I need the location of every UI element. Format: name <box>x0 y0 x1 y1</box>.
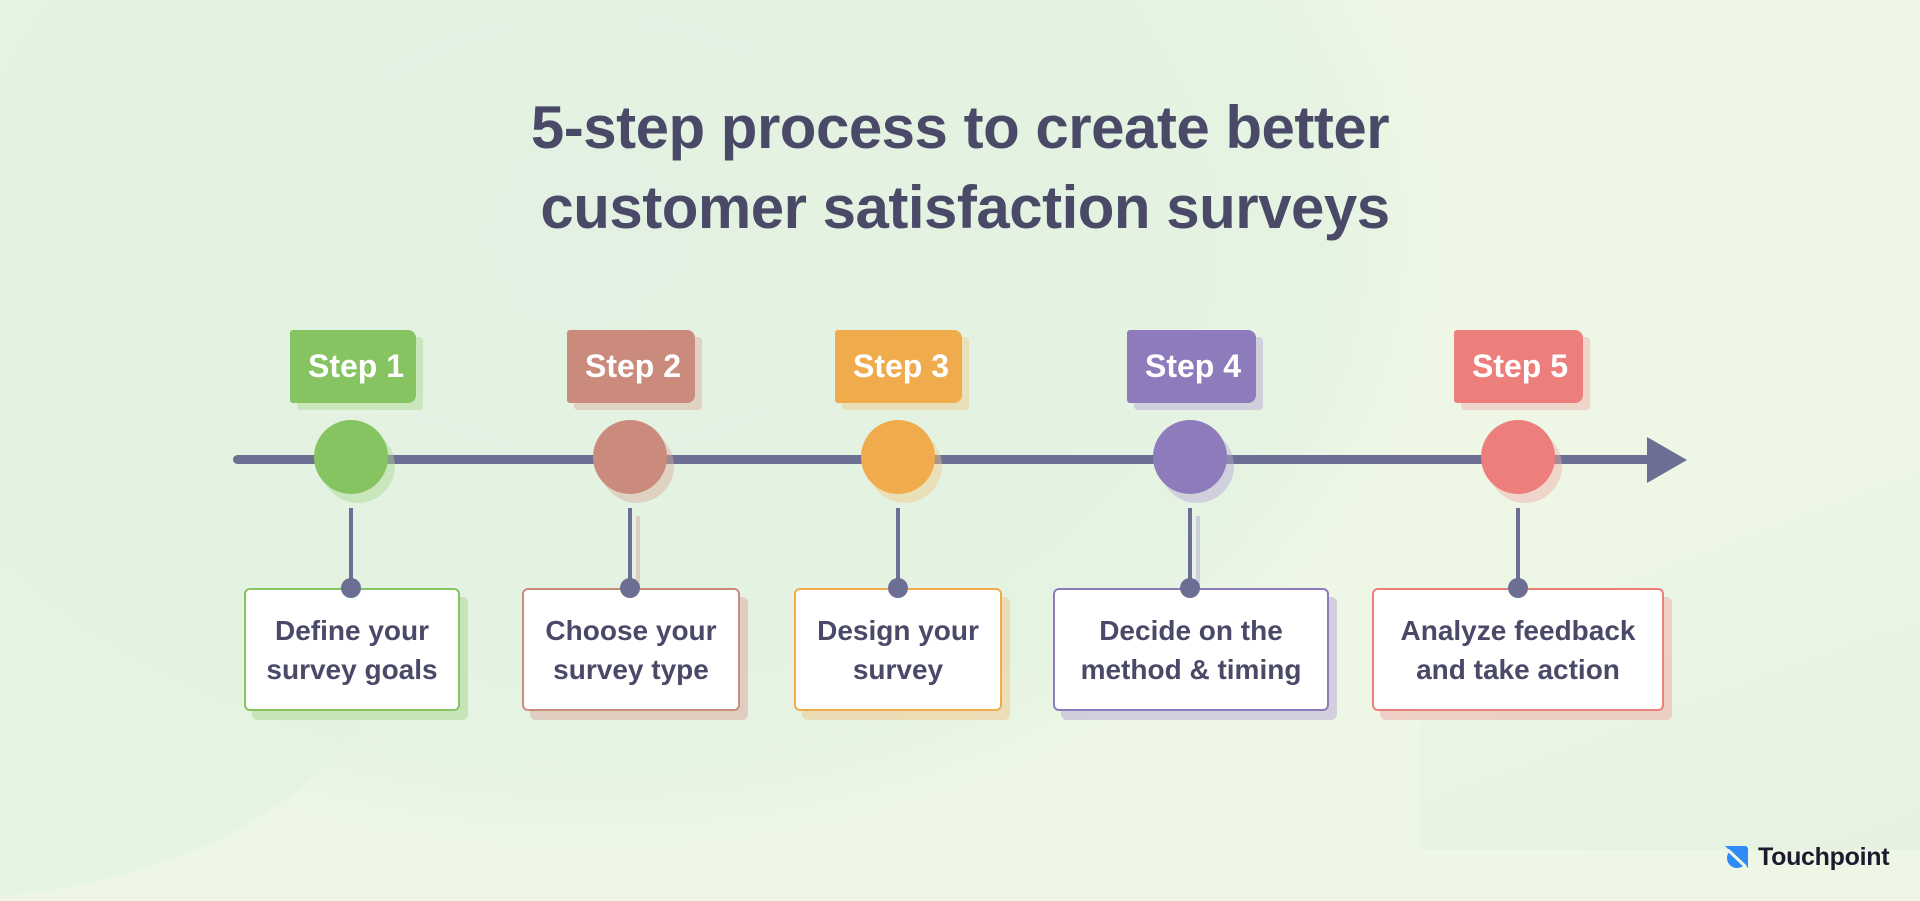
step-connector-1 <box>349 508 353 588</box>
card-body: Choose your survey type <box>522 588 740 711</box>
step-connector-4 <box>1188 508 1192 588</box>
step-node-1 <box>314 420 388 494</box>
page-title: 5-step process to create better customer… <box>0 88 1920 248</box>
step-description-line-1: Choose your <box>545 614 717 646</box>
connector-dot <box>1180 578 1200 598</box>
connector-shadow <box>1196 516 1200 588</box>
connector-dot <box>620 578 640 598</box>
connector-dot <box>1508 578 1528 598</box>
step-badge-1: Step 1 <box>290 330 423 410</box>
step-description-line-2: survey type <box>553 653 709 685</box>
step-description-line-2: method & timing <box>1080 653 1302 685</box>
step-badge-5: Step 5 <box>1454 330 1590 410</box>
step-badge-4: Step 4 <box>1127 330 1263 410</box>
step-badge-label: Step 1 <box>290 330 416 403</box>
step-description-line-2: survey <box>852 653 944 685</box>
step-description-line-1: Define your <box>274 614 430 646</box>
step-connector-5 <box>1516 508 1520 588</box>
step-description-line-1: Design your <box>817 614 979 646</box>
step-description-card-3: Design your survey <box>794 588 1010 720</box>
timeline-axis <box>233 455 1663 464</box>
touchpoint-logo-icon <box>1725 846 1748 869</box>
step-badge-label: Step 2 <box>567 330 695 403</box>
step-node-3 <box>861 420 935 494</box>
connector-dot <box>341 578 361 598</box>
card-body: Analyze feedback and take action <box>1372 588 1664 711</box>
card-body: Decide on the method & timing <box>1053 588 1329 711</box>
step-node-5 <box>1481 420 1555 494</box>
step-node-2 <box>593 420 667 494</box>
step-description-card-2: Choose your survey type <box>522 588 748 720</box>
step-badge-label: Step 5 <box>1454 330 1583 403</box>
step-node-4 <box>1153 420 1227 494</box>
connector-shadow <box>636 516 640 588</box>
step-badge-2: Step 2 <box>567 330 702 410</box>
step-description-card-1: Define your survey goals <box>244 588 468 720</box>
card-body: Define your survey goals <box>244 588 460 711</box>
title-line-2: customer satisfaction surveys <box>540 174 1390 241</box>
step-connector-3 <box>896 508 900 588</box>
connector-dot <box>888 578 908 598</box>
step-description-line-2: and take action <box>1416 653 1620 685</box>
arrow-right-icon <box>1647 437 1687 483</box>
step-description-line-1: Decide on the <box>1099 614 1283 646</box>
card-body: Design your survey <box>794 588 1002 711</box>
step-badge-label: Step 4 <box>1127 330 1256 403</box>
step-description-card-4: Decide on the method & timing <box>1053 588 1337 720</box>
brand-name: Touchpoint <box>1758 842 1890 871</box>
step-description-line-2: survey goals <box>266 653 438 685</box>
title-line-1: 5-step process to create better <box>530 94 1390 161</box>
step-connector-2 <box>628 508 632 588</box>
step-description-line-1: Analyze feedback <box>1400 614 1636 646</box>
step-description-card-5: Analyze feedback and take action <box>1372 588 1672 720</box>
step-badge-3: Step 3 <box>835 330 969 410</box>
brand-logo: Touchpoint <box>1724 840 1890 874</box>
step-badge-label: Step 3 <box>835 330 962 403</box>
